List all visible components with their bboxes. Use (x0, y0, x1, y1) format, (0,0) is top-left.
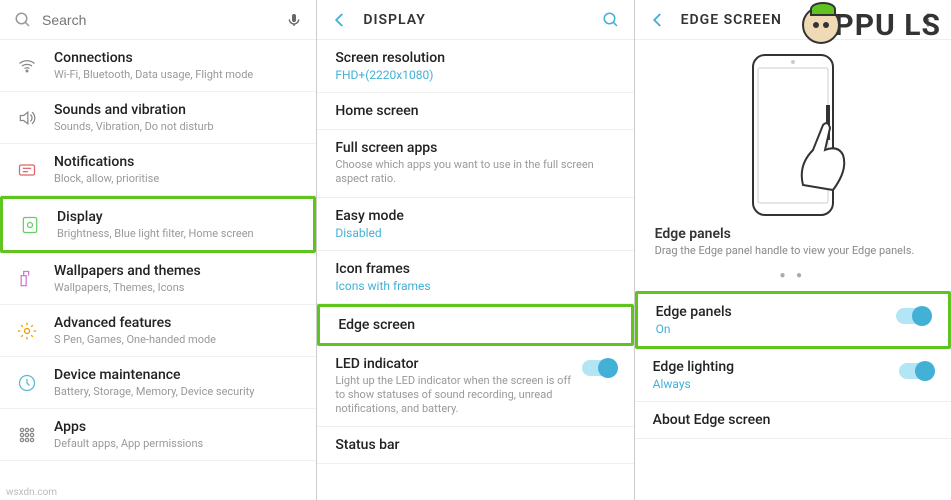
wifi-icon (14, 56, 40, 76)
source-watermark: wsxdn.com (6, 487, 57, 498)
display-item-easy-mode[interactable]: Easy mode Disabled (317, 198, 633, 251)
row-value: On (656, 322, 888, 336)
item-subtitle: Wi-Fi, Bluetooth, Data usage, Flight mod… (54, 68, 302, 81)
edge-panels-description: Drag the Edge panel handle to view your … (635, 242, 951, 266)
settings-item-display[interactable]: Display Brightness, Blue light filter, Ho… (0, 196, 316, 253)
row-title: Edge screen (338, 317, 612, 333)
toggle-switch[interactable] (899, 363, 933, 379)
item-subtitle: Wallpapers, Themes, Icons (54, 281, 302, 294)
display-item-status-bar[interactable]: Status bar (317, 427, 633, 464)
row-subtitle: Light up the LED indicator when the scre… (335, 374, 573, 417)
item-subtitle: Brightness, Blue light filter, Home scre… (57, 227, 299, 240)
settings-item-notifications[interactable]: Notifications Block, allow, prioritise (0, 144, 316, 196)
wallpaper-icon (14, 269, 40, 289)
settings-item-apps[interactable]: Apps Default apps, App permissions (0, 409, 316, 461)
item-title: Apps (54, 419, 302, 435)
display-item-edge-screen[interactable]: Edge screen (317, 304, 633, 346)
item-subtitle: Default apps, App permissions (54, 437, 302, 450)
item-title: Connections (54, 50, 302, 66)
row-title: Full screen apps (335, 140, 615, 156)
back-icon[interactable] (331, 11, 349, 29)
item-title: Advanced features (54, 315, 302, 331)
item-subtitle: Block, allow, prioritise (54, 172, 302, 185)
display-item-full-screen-apps[interactable]: Full screen apps Choose which apps you wa… (317, 130, 633, 198)
row-title: Easy mode (335, 208, 615, 224)
display-item-icon-frames[interactable]: Icon frames Icons with frames (317, 251, 633, 304)
search-bar[interactable] (0, 0, 316, 40)
edge-screen-panel: EDGE SCREEN Edge panels Drag the Edge pa… (635, 0, 951, 500)
row-subtitle: Choose which apps you want to use in the… (335, 158, 615, 187)
item-title: Display (57, 209, 299, 225)
back-icon[interactable] (649, 11, 667, 29)
mic-icon[interactable] (286, 12, 302, 28)
row-value: Always (653, 377, 891, 391)
item-title: Device maintenance (54, 367, 302, 383)
sound-icon (14, 108, 40, 128)
brand-watermark: PPU LS (802, 6, 941, 44)
row-value: FHD+(2220x1080) (335, 68, 615, 82)
edge-panels-title: Edge panels (635, 226, 951, 242)
item-title: Sounds and vibration (54, 102, 302, 118)
item-title: Wallpapers and themes (54, 263, 302, 279)
edge-item-about-edge-screen[interactable]: About Edge screen (635, 402, 951, 439)
settings-main-panel: Connections Wi-Fi, Bluetooth, Data usage,… (0, 0, 317, 500)
maintenance-icon (14, 373, 40, 393)
edge-item-edge-lighting[interactable]: Edge lighting Always (635, 349, 951, 402)
item-subtitle: Battery, Storage, Memory, Device securit… (54, 385, 302, 398)
item-subtitle: Sounds, Vibration, Do not disturb (54, 120, 302, 133)
page-indicator: ● ● (635, 266, 951, 291)
row-title: Home screen (335, 103, 615, 119)
display-item-led-indicator[interactable]: LED indicator Light up the LED indicator … (317, 346, 633, 428)
row-title: Icon frames (335, 261, 615, 277)
display-header: DISPLAY (317, 0, 633, 40)
advanced-icon (14, 321, 40, 341)
row-title: Status bar (335, 437, 615, 453)
apps-icon (14, 425, 40, 445)
search-icon (14, 11, 32, 29)
notif-icon (14, 160, 40, 180)
display-settings-panel: DISPLAY Screen resolution FHD+(2220x1080)… (317, 0, 634, 500)
settings-item-advanced-features[interactable]: Advanced features S Pen, Games, One-hande… (0, 305, 316, 357)
settings-item-device-maintenance[interactable]: Device maintenance Battery, Storage, Memo… (0, 357, 316, 409)
settings-item-wallpapers-and-themes[interactable]: Wallpapers and themes Wallpapers, Themes,… (0, 253, 316, 305)
row-title: Edge lighting (653, 359, 891, 375)
toggle-switch[interactable] (582, 360, 616, 376)
display-icon (17, 215, 43, 235)
page-title: DISPLAY (363, 12, 601, 28)
search-icon[interactable] (602, 11, 620, 29)
display-item-screen-resolution[interactable]: Screen resolution FHD+(2220x1080) (317, 40, 633, 93)
edge-item-edge-panels[interactable]: Edge panels On (635, 291, 951, 349)
search-input[interactable] (42, 12, 286, 28)
row-title: LED indicator (335, 356, 573, 372)
phone-illustration (635, 40, 951, 226)
row-title: About Edge screen (653, 412, 925, 428)
row-title: Screen resolution (335, 50, 615, 66)
display-item-home-screen[interactable]: Home screen (317, 93, 633, 130)
settings-item-sounds-and-vibration[interactable]: Sounds and vibration Sounds, Vibration, D… (0, 92, 316, 144)
toggle-switch[interactable] (896, 308, 930, 324)
row-value: Icons with frames (335, 279, 615, 293)
settings-item-connections[interactable]: Connections Wi-Fi, Bluetooth, Data usage,… (0, 40, 316, 92)
item-title: Notifications (54, 154, 302, 170)
item-subtitle: S Pen, Games, One-handed mode (54, 333, 302, 346)
row-value: Disabled (335, 226, 615, 240)
row-title: Edge panels (656, 304, 888, 320)
